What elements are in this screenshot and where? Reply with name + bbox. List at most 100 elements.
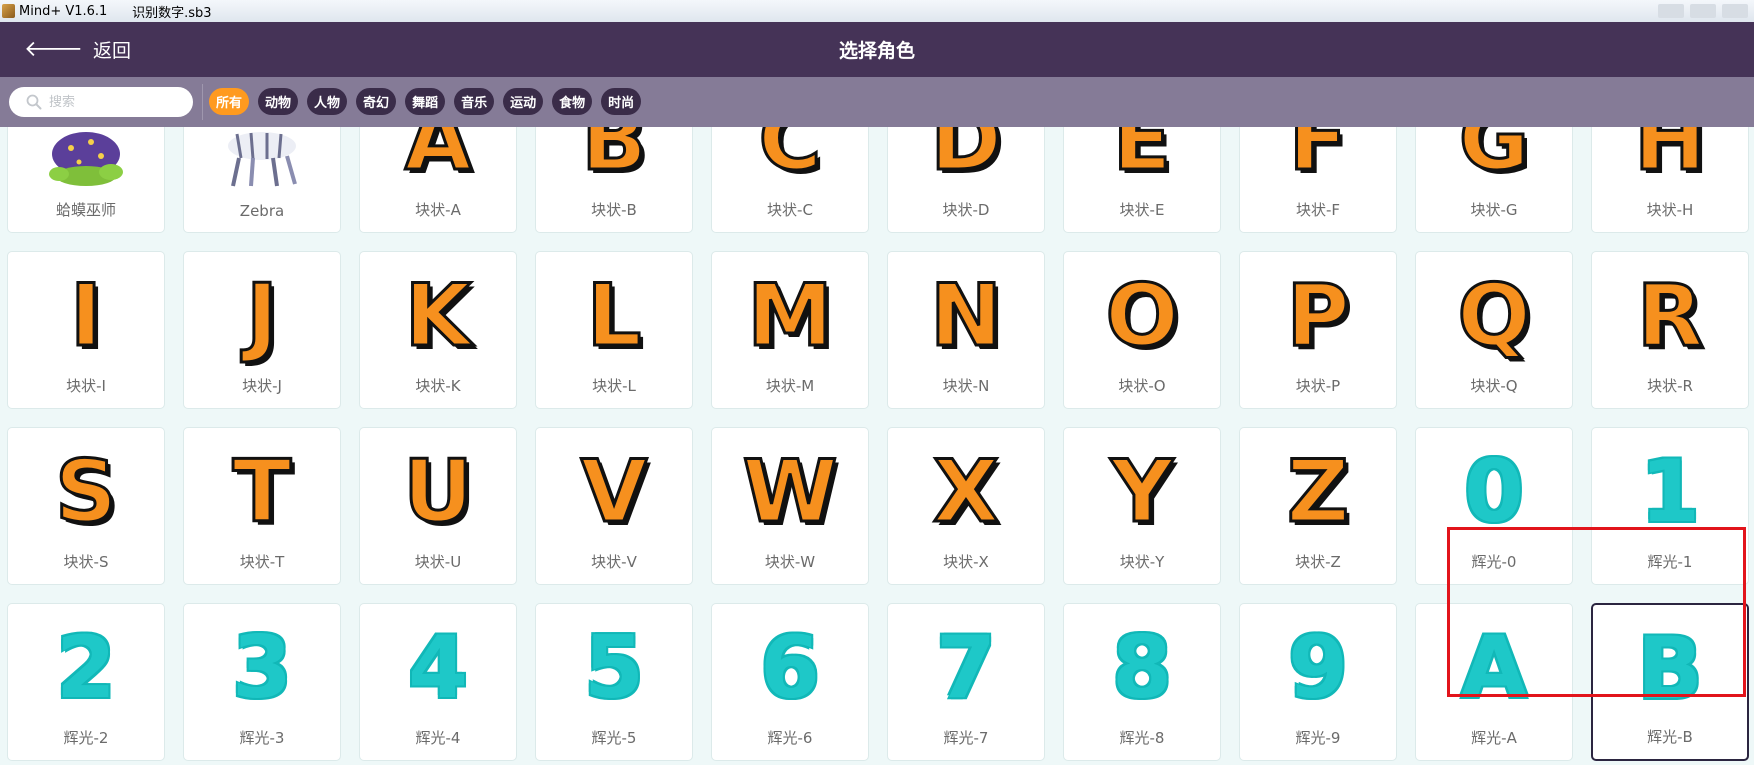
sprite-label: 辉光-5	[591, 729, 637, 747]
sprite-glyph: 6	[760, 618, 820, 718]
sprite-label: 块状-Q	[1470, 377, 1518, 395]
sprite-glyph: H	[1633, 127, 1708, 190]
sprite-card[interactable]: 0 辉光-0	[1415, 427, 1573, 585]
sprite-card[interactable]: T 块状-T	[183, 427, 341, 585]
sprite-label: 块状-J	[242, 377, 282, 395]
sprite-card[interactable]: 蛤蟆巫师	[7, 127, 165, 233]
sprite-thumbnail: 9	[1240, 614, 1396, 722]
sprite-card[interactable]: L 块状-L	[535, 251, 693, 409]
sprite-card[interactable]: Q 块状-Q	[1415, 251, 1573, 409]
sprite-card[interactable]: 5 辉光-5	[535, 603, 693, 761]
sprite-glyph: X	[931, 442, 1000, 542]
sprite-label: 辉光-7	[943, 729, 989, 747]
sprite-thumbnail: B	[536, 127, 692, 194]
sprite-thumbnail: B	[1593, 615, 1747, 723]
sprite-card[interactable]: O 块状-O	[1063, 251, 1221, 409]
sprite-glyph: S	[54, 442, 119, 542]
sprite-card[interactable]: Z 块状-Z	[1239, 427, 1397, 585]
sprite-thumbnail: D	[888, 127, 1044, 194]
sprite-card[interactable]: H 块状-H	[1591, 127, 1749, 233]
sprite-library[interactable]: 蛤蟆巫师 Zebra A 块状-A B 块状-B C 块状-C D 块状-D E 块状-E F 块状-F G…	[0, 127, 1754, 765]
sprite-card[interactable]: A 块状-A	[359, 127, 517, 233]
sprite-card[interactable]: D 块状-D	[887, 127, 1045, 233]
sprite-glyph: 7	[936, 618, 996, 718]
tag-6[interactable]: 运动	[503, 88, 544, 115]
tag-5[interactable]: 音乐	[454, 88, 495, 115]
sprite-card[interactable]: W 块状-W	[711, 427, 869, 585]
toad-wizard-image	[49, 132, 123, 186]
sprite-card[interactable]: 7 辉光-7	[887, 603, 1045, 761]
search-box[interactable]	[9, 87, 193, 117]
sprite-card[interactable]: N 块状-N	[887, 251, 1045, 409]
sprite-glyph: C	[757, 127, 823, 190]
sprite-card[interactable]: P 块状-P	[1239, 251, 1397, 409]
search-input[interactable]	[47, 93, 171, 111]
sprite-label: 辉光-3	[239, 729, 285, 747]
tag-4[interactable]: 舞蹈	[405, 88, 446, 115]
sprite-card[interactable]: B 块状-B	[535, 127, 693, 233]
sprite-glyph: Y	[1109, 442, 1174, 542]
page-title: 选择角色	[838, 40, 915, 62]
tag-8[interactable]: 时尚	[601, 88, 642, 115]
sprite-label: 块状-B	[591, 201, 637, 219]
sprite-card[interactable]: U 块状-U	[359, 427, 517, 585]
tag-0[interactable]: 所有	[209, 88, 250, 115]
sprite-glyph: 2	[56, 618, 116, 718]
sprite-glyph: 1	[1640, 442, 1700, 542]
sprite-card[interactable]: 8 辉光-8	[1063, 603, 1221, 761]
maximize-button[interactable]	[1690, 4, 1716, 18]
sprite-card[interactable]: S 块状-S	[7, 427, 165, 585]
sprite-card[interactable]: 6 辉光-6	[711, 603, 869, 761]
sprite-thumbnail: 3	[184, 614, 340, 722]
sprite-glyph: E	[1111, 127, 1173, 190]
sprite-card[interactable]: Zebra	[183, 127, 341, 233]
tag-1[interactable]: 动物	[258, 88, 299, 115]
sprite-card[interactable]: K 块状-K	[359, 251, 517, 409]
sprite-glyph: Z	[1285, 442, 1350, 542]
search-icon	[21, 94, 47, 110]
sprite-label: 辉光-B	[1647, 728, 1693, 746]
sprite-card[interactable]: R 块状-R	[1591, 251, 1749, 409]
sprite-card[interactable]: 3 辉光-3	[183, 603, 341, 761]
sprite-card[interactable]: Y 块状-Y	[1063, 427, 1221, 585]
sprite-thumbnail: 6	[712, 614, 868, 722]
sprite-label: 块状-F	[1295, 201, 1341, 219]
sprite-label: 块状-S	[63, 553, 109, 571]
sprite-label: 辉光-4	[415, 729, 461, 747]
sprite-label: 块状-K	[415, 377, 461, 395]
minimize-button[interactable]	[1658, 4, 1684, 18]
sprite-card[interactable]: X 块状-X	[887, 427, 1045, 585]
sprite-card[interactable]: F 块状-F	[1239, 127, 1397, 233]
sprite-thumbnail: R	[1592, 262, 1748, 370]
back-button[interactable]: 🡐 返回	[24, 22, 131, 77]
sprite-glyph: B	[580, 127, 649, 190]
sprite-card[interactable]: 9 辉光-9	[1239, 603, 1397, 761]
sprite-card[interactable]: A 辉光-A	[1415, 603, 1573, 761]
sprite-card[interactable]: M 块状-M	[711, 251, 869, 409]
sprite-label: 辉光-A	[1471, 729, 1517, 747]
sprite-label: 块状-U	[414, 553, 462, 571]
sprite-label: 块状-V	[591, 553, 637, 571]
sprite-thumbnail: J	[184, 262, 340, 370]
sprite-label: 块状-I	[66, 377, 106, 395]
sprite-card[interactable]: 4 辉光-4	[359, 603, 517, 761]
sprite-card[interactable]: J 块状-J	[183, 251, 341, 409]
sprite-label: 块状-Z	[1295, 553, 1341, 571]
sprite-label: 块状-W	[764, 553, 816, 571]
sprite-card[interactable]: I 块状-I	[7, 251, 165, 409]
tag-3[interactable]: 奇幻	[356, 88, 397, 115]
sprite-card[interactable]: 2 辉光-2	[7, 603, 165, 761]
sprite-card[interactable]: C 块状-C	[711, 127, 869, 233]
tag-7[interactable]: 食物	[552, 88, 593, 115]
sprite-card[interactable]: G 块状-G	[1415, 127, 1573, 233]
sprite-glyph: Q	[1456, 266, 1532, 366]
sprite-card[interactable]: B 辉光-B	[1591, 603, 1749, 761]
sprite-card[interactable]: 1 辉光-1	[1591, 427, 1749, 585]
sprite-card[interactable]: E 块状-E	[1063, 127, 1221, 233]
sprite-card[interactable]: V 块状-V	[535, 427, 693, 585]
tag-2[interactable]: 人物	[307, 88, 348, 115]
close-button[interactable]	[1722, 4, 1748, 18]
sprite-thumbnail: U	[360, 438, 516, 546]
sprite-label: 块状-O	[1118, 377, 1166, 395]
sprite-thumbnail: 4	[360, 614, 516, 722]
